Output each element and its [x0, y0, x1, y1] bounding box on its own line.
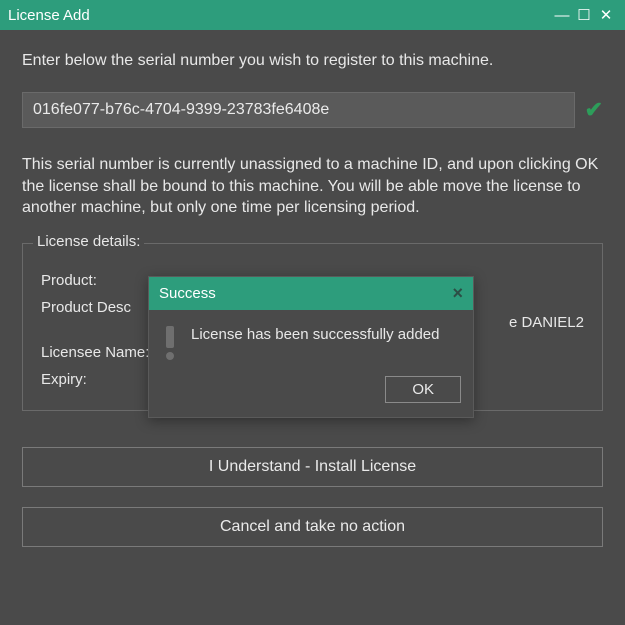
install-license-button[interactable]: I Understand - Install License — [22, 447, 603, 487]
modal-message: License has been successfully added — [191, 324, 461, 343]
success-modal: Success × License has been successfully … — [148, 276, 474, 418]
modal-close-icon[interactable]: × — [452, 283, 463, 304]
modal-ok-button[interactable]: OK — [385, 376, 461, 403]
close-icon[interactable]: ✕ — [595, 6, 617, 24]
titlebar: License Add — ☐ ✕ — [0, 0, 625, 30]
checkmark-icon: ✔ — [585, 97, 603, 123]
serial-input[interactable] — [22, 92, 575, 128]
modal-footer: OK — [149, 368, 473, 417]
product-desc-trail: e DANIEL2 — [509, 314, 584, 331]
modal-body: License has been successfully added — [149, 310, 473, 368]
maximize-icon[interactable]: ☐ — [573, 6, 595, 24]
window-body: Enter below the serial number you wish t… — [0, 30, 625, 625]
minimize-icon[interactable]: — — [551, 7, 573, 24]
license-details-legend: License details: — [33, 233, 144, 250]
modal-titlebar: Success × — [149, 277, 473, 310]
modal-title-text: Success — [159, 285, 452, 302]
instruction-text: Enter below the serial number you wish t… — [22, 52, 603, 70]
serial-row: ✔ — [22, 92, 603, 128]
window-title: License Add — [8, 7, 551, 24]
exclamation-icon — [161, 324, 179, 360]
cancel-button[interactable]: Cancel and take no action — [22, 507, 603, 547]
explanation-text: This serial number is currently unassign… — [22, 154, 603, 219]
